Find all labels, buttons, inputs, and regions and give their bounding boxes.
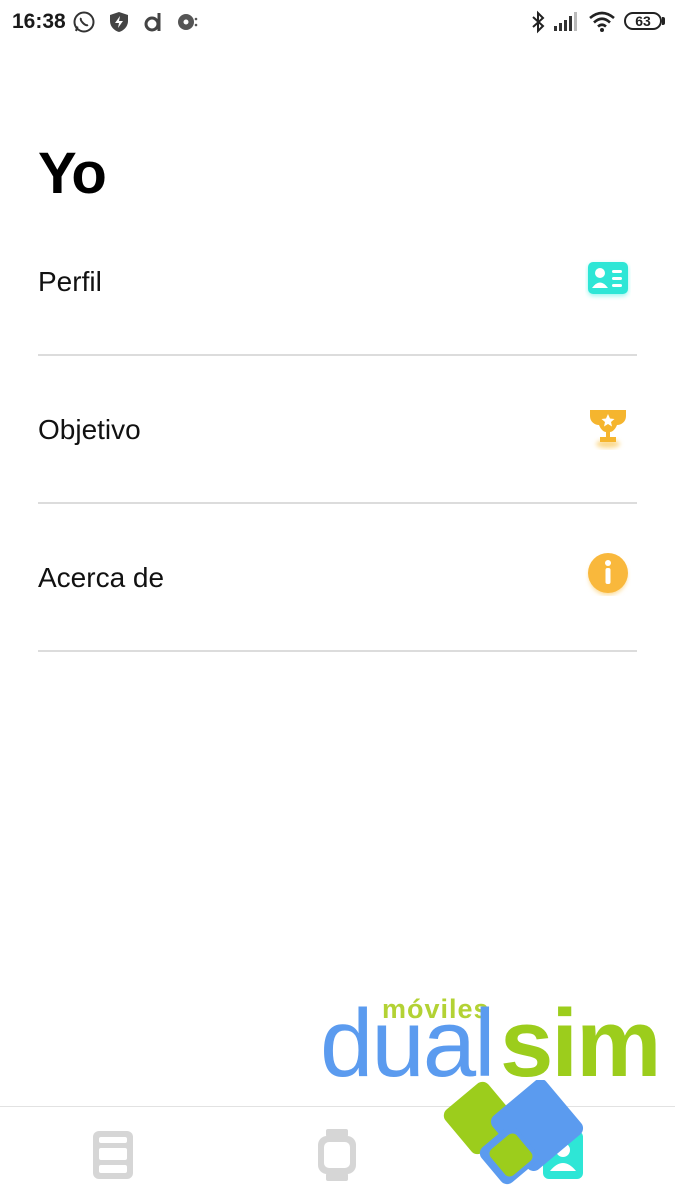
menu-item-label: Perfil [38, 266, 102, 297]
watermark-sim-text: sim [500, 990, 661, 1097]
menu-item-label: Acerca de [38, 562, 165, 593]
d-app-icon [144, 13, 161, 32]
info-icon [588, 553, 628, 595]
watermark-small-text: móviles [382, 994, 490, 1024]
media-icon [178, 14, 198, 30]
page-title: Yo [38, 141, 107, 206]
profile-icon[interactable] [538, 1127, 588, 1183]
battery-indicator: 63 [624, 12, 662, 30]
watermark-dual-text: dual [320, 990, 495, 1097]
menu-item-acerca-de[interactable]: Acerca de [38, 504, 637, 652]
menu-item-label: Objetivo [38, 414, 141, 445]
signal-icon [554, 12, 577, 31]
menu-item-perfil[interactable]: Perfil [38, 208, 637, 356]
watch-icon[interactable] [312, 1127, 362, 1183]
bluetooth-icon [532, 10, 545, 34]
status-time: 16:38 [12, 10, 66, 33]
battery-tip [662, 17, 665, 25]
status-bar: 16:38 63 [0, 0, 675, 46]
wifi-icon [589, 11, 615, 32]
shield-bolt-icon [110, 12, 128, 32]
trophy-icon [590, 410, 626, 448]
whatsapp-icon [73, 11, 95, 33]
bottom-nav [0, 1106, 675, 1201]
menu-item-objetivo[interactable]: Objetivo [38, 356, 637, 504]
profile-card-icon [588, 262, 628, 296]
dashboard-icon[interactable] [88, 1127, 138, 1183]
